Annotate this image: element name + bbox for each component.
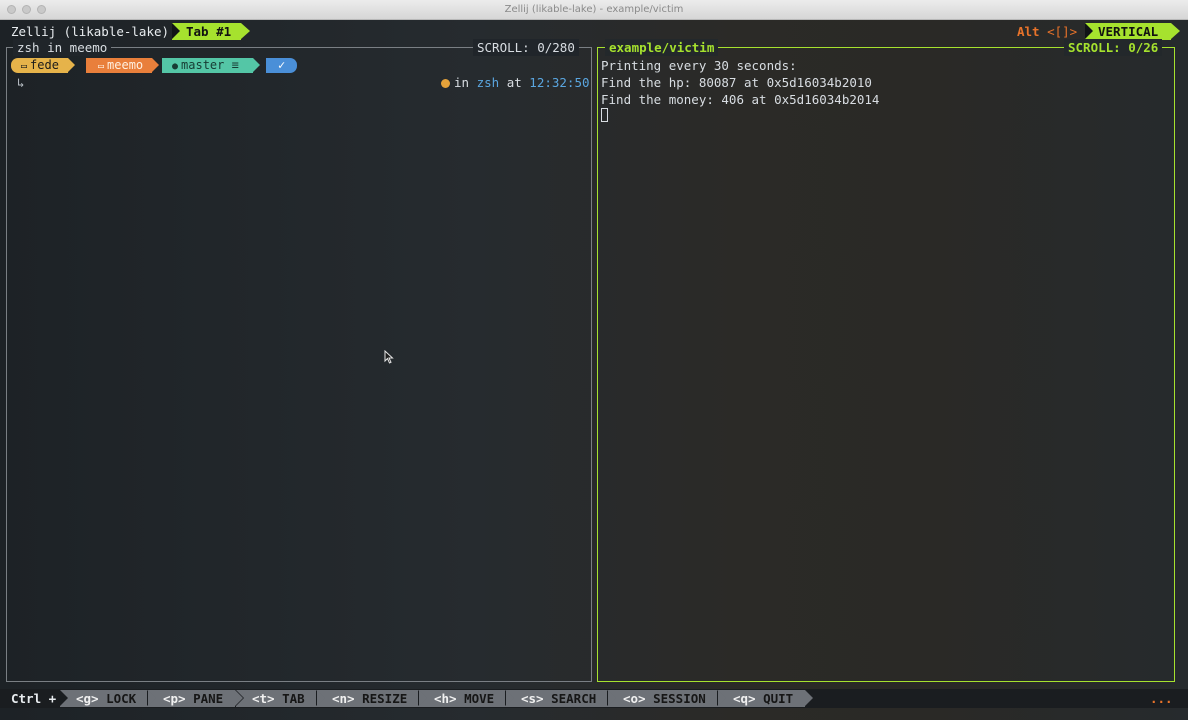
key-label: SESSION bbox=[653, 691, 706, 706]
key-label: LOCK bbox=[106, 691, 137, 706]
prompt-user-segment: ▭ fede bbox=[11, 58, 75, 73]
pane-scroll-indicator: SCROLL: 0/280 bbox=[473, 39, 579, 56]
terminal-area[interactable]: Zellij (likable-lake) Tab #1 Alt <[]> VE… bbox=[0, 20, 1188, 720]
close-window-button[interactable] bbox=[7, 5, 16, 14]
key-label: PANE bbox=[193, 691, 224, 706]
prompt-status-segment: ✓ bbox=[266, 58, 298, 73]
more-indicator: ... bbox=[1150, 691, 1173, 706]
keybind-pane[interactable]: <p> PANE bbox=[147, 690, 244, 707]
scroll-label: SCROLL: bbox=[1068, 40, 1121, 55]
terminal-icon: ▭ bbox=[21, 61, 28, 72]
alt-hint: Alt <[]> bbox=[1017, 23, 1077, 40]
right-prompt: in zsh at 12:32:50 bbox=[441, 74, 590, 91]
zellij-tab-bar: Zellij (likable-lake) Tab #1 Alt <[]> VE… bbox=[0, 22, 1188, 41]
check-icon: ✓ bbox=[278, 58, 286, 72]
minimize-window-button[interactable] bbox=[22, 5, 31, 14]
pane-title: example/victim bbox=[605, 39, 719, 56]
keybind-move[interactable]: <h> MOVE bbox=[418, 690, 515, 707]
layout-mode-badge: VERTICAL bbox=[1085, 23, 1181, 40]
mouse-pointer-icon bbox=[384, 350, 394, 364]
scroll-value: 0/26 bbox=[1128, 40, 1159, 55]
keybind-quit[interactable]: <q> QUIT bbox=[717, 690, 814, 707]
key-hint: <g> bbox=[76, 691, 99, 706]
key-label: QUIT bbox=[763, 691, 794, 706]
keybind-resize[interactable]: <n> RESIZE bbox=[316, 690, 428, 707]
prompt-input-arrow: ↳ bbox=[17, 75, 25, 90]
output-line: Find the hp: 80087 at 0x5d16034b2010 bbox=[601, 75, 872, 90]
github-icon: ● bbox=[172, 61, 179, 72]
scroll-label: SCROLL: bbox=[477, 40, 530, 55]
window-title: Zellij (likable-lake) - example/victim bbox=[504, 4, 684, 15]
alt-label: Alt bbox=[1017, 24, 1040, 39]
keybind-lock[interactable]: <g> LOCK bbox=[60, 690, 157, 707]
pane-zsh[interactable]: zsh in meemo SCROLL: 0/280 bbox=[6, 39, 592, 682]
keybind-session[interactable]: <o> SESSION bbox=[607, 690, 726, 707]
output-line: Printing every 30 seconds: bbox=[601, 58, 797, 73]
pane-victim[interactable]: example/victim SCROLL: 0/26 bbox=[597, 39, 1175, 682]
keybind-search[interactable]: <s> SEARCH bbox=[505, 690, 617, 707]
zoom-window-button[interactable] bbox=[37, 5, 46, 14]
rprompt-shell: zsh bbox=[476, 75, 500, 90]
window-titlebar: Zellij (likable-lake) - example/victim bbox=[0, 0, 1188, 20]
alt-keys: <[]> bbox=[1047, 24, 1078, 39]
key-hint: <s> bbox=[521, 691, 544, 706]
pane-title: zsh in meemo bbox=[13, 39, 112, 56]
prompt-branch: master ≡ bbox=[181, 58, 239, 72]
tab-1[interactable]: Tab #1 bbox=[172, 23, 251, 40]
rprompt-in: in bbox=[454, 75, 470, 90]
pane-scroll-indicator: SCROLL: 0/26 bbox=[1064, 39, 1163, 56]
key-label: SEARCH bbox=[551, 691, 597, 706]
rust-icon bbox=[441, 79, 450, 88]
window-controls[interactable] bbox=[7, 5, 46, 14]
rprompt-time: 12:32:50 bbox=[529, 75, 590, 90]
prompt-dir-segment: ▭ meemo bbox=[86, 58, 160, 73]
scroll-value: 0/280 bbox=[537, 40, 575, 55]
key-hint: <q> bbox=[733, 691, 756, 706]
key-hint: <h> bbox=[434, 691, 457, 706]
key-hint: <t> bbox=[252, 691, 275, 706]
prompt-user: fede bbox=[30, 58, 59, 72]
key-hint: <o> bbox=[623, 691, 646, 706]
key-hint: <n> bbox=[332, 691, 355, 706]
zellij-status-bar: Ctrl + <g> LOCK <p> PANE <t> TAB <n> RES… bbox=[0, 689, 1188, 708]
text-cursor bbox=[601, 108, 608, 122]
key-label: RESIZE bbox=[362, 691, 408, 706]
prompt-git-segment: ● master ≡ bbox=[162, 58, 260, 73]
rprompt-at: at bbox=[506, 75, 522, 90]
output-line: Find the money: 406 at 0x5d16034b2014 bbox=[601, 92, 880, 107]
key-label: MOVE bbox=[464, 691, 495, 706]
key-hint: <p> bbox=[163, 691, 186, 706]
folder-icon: ▭ bbox=[98, 61, 105, 72]
keybind-tab[interactable]: <t> TAB bbox=[236, 690, 325, 707]
key-label: TAB bbox=[282, 691, 305, 706]
modifier-label: Ctrl + bbox=[11, 691, 57, 706]
prompt-dir: meemo bbox=[107, 58, 144, 72]
